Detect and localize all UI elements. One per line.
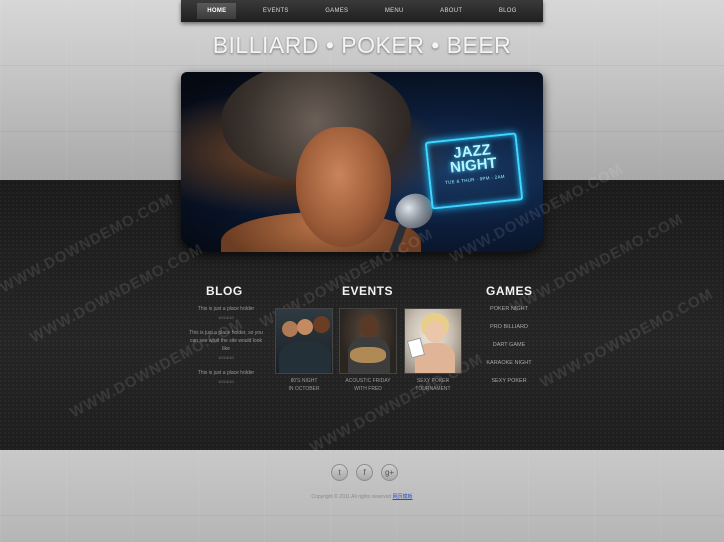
games-heading: GAMES	[486, 284, 533, 298]
facebook-icon[interactable]: f	[356, 464, 373, 481]
nav-blog[interactable]: BLOG	[489, 3, 527, 19]
games-item[interactable]: SEXY POKER	[478, 378, 540, 384]
jazz-night-neon-sign: JAZZ NIGHT TUE & THUR · 9PM - 2AM	[424, 132, 524, 210]
blog-post[interactable]: This is just a place holder, so you can …	[186, 329, 266, 360]
blog-post-date: 10/14/10	[218, 379, 234, 384]
games-item[interactable]: KARAOKE NIGHT	[478, 360, 540, 366]
event-caption-line1: SEXY POKER	[416, 378, 450, 384]
site-title: BILLIARD • POKER • BEER	[212, 32, 512, 58]
social-links: t f g+	[331, 464, 398, 481]
events-heading: EVENTS	[342, 284, 394, 298]
copyright-text: Copyright © 2011 All rights reserved	[311, 494, 392, 500]
nav-home[interactable]: HOME	[197, 3, 237, 19]
event-caption-line2: WITH FRED	[354, 386, 382, 392]
games-item[interactable]: DART GAME	[478, 342, 540, 348]
event-card[interactable]: ACOUSTIC FRIDAY WITH FRED	[339, 308, 397, 393]
event-photo-sexy-poker	[404, 308, 462, 374]
event-card[interactable]: 80'S NIGHT IN OCTOBER	[275, 308, 333, 393]
games-list: POKER NIGHT PRO BILLIARD DART GAME KARAO…	[478, 306, 540, 396]
blog-post-text: This is just a place holder	[197, 370, 255, 376]
event-caption-line1: 80'S NIGHT	[290, 378, 318, 384]
event-caption-line2: IN OCTOBER	[288, 386, 320, 392]
blog-post-date: 10/14/10	[218, 315, 234, 320]
main-nav: HOME EVENTS GAMES MENU ABOUT BLOG	[181, 0, 543, 22]
event-caption: SEXY POKER TOURNAMENT	[404, 377, 462, 393]
event-photo-acoustic-friday	[339, 308, 397, 374]
games-item[interactable]: PRO BILLIARD	[478, 324, 540, 330]
copyright-link[interactable]: 网页模板	[393, 494, 413, 500]
blog-post[interactable]: This is just a place holder 10/14/10	[186, 305, 266, 320]
event-caption-line2: TOURNAMENT	[415, 386, 451, 392]
hero-singer-face	[296, 127, 391, 247]
games-item[interactable]: POKER NIGHT	[478, 306, 540, 312]
event-card[interactable]: SEXY POKER TOURNAMENT	[404, 308, 462, 393]
google-plus-icon[interactable]: g+	[381, 464, 398, 481]
blog-post-text: This is just a place holder, so you can …	[189, 330, 263, 352]
event-caption: ACOUSTIC FRIDAY WITH FRED	[339, 377, 397, 393]
blog-list: This is just a place holder 10/14/10 Thi…	[186, 305, 266, 393]
blog-post-text: This is just a place holder	[197, 306, 255, 312]
blog-heading: BLOG	[206, 284, 243, 298]
nav-games[interactable]: GAMES	[315, 3, 358, 19]
nav-about[interactable]: ABOUT	[430, 3, 472, 19]
copyright: Copyright © 2011 All rights reserved 网页模…	[0, 493, 724, 500]
jazz-sign-title: JAZZ NIGHT	[428, 141, 518, 178]
blog-post-date: 10/14/10	[218, 355, 234, 360]
nav-events[interactable]: EVENTS	[253, 3, 299, 19]
blog-post[interactable]: This is just a place holder 10/14/10	[186, 369, 266, 384]
hero-banner[interactable]: JAZZ NIGHT TUE & THUR · 9PM - 2AM	[181, 72, 543, 252]
event-photo-80s-night	[275, 308, 333, 374]
event-caption: 80'S NIGHT IN OCTOBER	[275, 377, 333, 393]
jazz-sign-line2: NIGHT	[449, 154, 498, 177]
event-caption-line1: ACOUSTIC FRIDAY	[345, 378, 391, 384]
twitter-icon[interactable]: t	[331, 464, 348, 481]
nav-menu[interactable]: MENU	[375, 3, 414, 19]
